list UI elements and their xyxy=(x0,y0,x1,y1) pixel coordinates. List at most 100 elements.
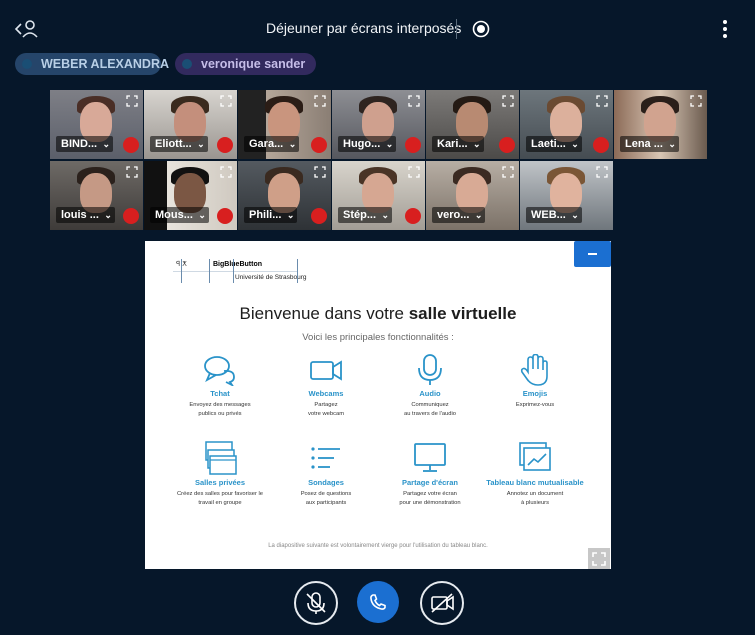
webcam-tile[interactable]: louis ... ⌄ xyxy=(50,161,143,230)
muted-mic-icon xyxy=(311,137,327,153)
fullscreen-icon[interactable] xyxy=(596,166,608,178)
fullscreen-icon[interactable] xyxy=(690,95,702,107)
webcam-tile[interactable]: WEB... ⌄ xyxy=(520,161,613,230)
fullscreen-icon[interactable] xyxy=(408,95,420,107)
user-list-toggle-button[interactable] xyxy=(14,18,40,40)
slide-subtitle: Voici les principales fonctionnalités : xyxy=(302,332,454,343)
action-bar xyxy=(0,578,755,628)
logo-org: Université de Strasbourg xyxy=(235,274,307,281)
fullscreen-icon[interactable] xyxy=(502,166,514,178)
title-separator xyxy=(456,19,457,39)
webcam-name[interactable]: BIND... ⌄ xyxy=(56,136,114,152)
feature-name: Salles privées xyxy=(194,478,246,487)
presentation-fullscreen-button[interactable] xyxy=(588,548,610,569)
fullscreen-icon[interactable] xyxy=(126,166,138,178)
webcam-name[interactable]: Kari... ⌄ xyxy=(432,136,484,152)
logo-divider xyxy=(181,259,182,283)
webcam-tile[interactable]: Laeti... ⌄ xyxy=(520,90,613,159)
webcam-name[interactable]: vero... ⌄ xyxy=(432,207,486,223)
share-webcam-button[interactable] xyxy=(420,581,464,625)
fullscreen-icon[interactable] xyxy=(220,166,232,178)
camera-off-icon xyxy=(431,593,454,613)
webcam-name[interactable]: Eliott... ⌄ xyxy=(150,136,208,152)
webcam-tile[interactable]: Gara... ⌄ xyxy=(238,90,331,159)
microphone-muted-icon xyxy=(306,592,326,614)
feature-desc: Communiquez au travers de l'audio xyxy=(403,402,457,417)
talker-name: WEBER ALEXANDRA xyxy=(41,57,170,71)
bbb-logo: ꟼ ⵅ BigBlueButton Université de Strasbou… xyxy=(173,259,307,289)
options-menu-button[interactable] xyxy=(718,18,732,40)
talker-dot xyxy=(22,59,32,69)
feature-name: Tchat xyxy=(210,389,230,398)
talker-name: veronique sander xyxy=(201,57,306,71)
fullscreen-icon[interactable] xyxy=(220,95,232,107)
feature-sondages: Sondages Posez de questions aux particip… xyxy=(271,441,381,507)
webcam-name[interactable]: Stép... ⌄ xyxy=(338,207,393,223)
top-bar: Déjeuner par écrans interposés xyxy=(0,0,755,56)
talking-indicator[interactable]: WEBER ALEXANDRA xyxy=(15,53,169,75)
feature-desc: Annotez un document à plusieurs xyxy=(506,491,564,506)
feature-name: Audio xyxy=(419,389,441,398)
feature-desc: Créez des salles pour favoriser le trava… xyxy=(176,491,264,506)
webcam-name[interactable]: Lena ... ⌄ xyxy=(620,136,679,152)
feature-audio: Audio Communiquez au travers de l'audio xyxy=(375,354,485,418)
webcam-tile[interactable]: Phili... ⌄ xyxy=(238,161,331,230)
phone-icon xyxy=(370,594,386,610)
poll-icon xyxy=(311,447,340,469)
mute-button[interactable] xyxy=(294,581,338,625)
record-button[interactable] xyxy=(472,20,490,38)
muted-mic-icon xyxy=(405,137,421,153)
muted-mic-icon xyxy=(217,208,233,224)
talking-indicator[interactable]: veronique sander xyxy=(175,53,316,75)
webcam-tile[interactable]: Kari... ⌄ xyxy=(426,90,519,159)
feature-webcams: Webcams Partagez votre webcam xyxy=(271,354,381,418)
webcam-tile[interactable]: Mous... ⌄ xyxy=(144,161,237,230)
muted-mic-icon xyxy=(405,208,421,224)
screen-share-icon xyxy=(414,443,446,472)
webcam-tile[interactable]: vero... ⌄ xyxy=(426,161,519,230)
webcam-name[interactable]: Phili... ⌄ xyxy=(244,207,298,223)
record-icon xyxy=(472,20,490,38)
muted-mic-icon xyxy=(123,208,139,224)
webcam-name[interactable]: Hugo... ⌄ xyxy=(338,136,397,152)
webcam-tile[interactable]: Hugo... ⌄ xyxy=(332,90,425,159)
fullscreen-icon[interactable] xyxy=(596,95,608,107)
webcam-tile[interactable]: BIND... ⌄ xyxy=(50,90,143,159)
logo-divider xyxy=(233,259,234,283)
muted-mic-icon xyxy=(217,137,233,153)
fullscreen-icon[interactable] xyxy=(126,95,138,107)
webcam-name[interactable]: Laeti... ⌄ xyxy=(526,136,582,152)
feature-salles-privees: Salles privées Créez des salles pour fav… xyxy=(165,441,275,507)
slide-footnote: La diapositive suivante est volontaireme… xyxy=(268,543,488,549)
kebab-menu-icon xyxy=(723,20,727,38)
fullscreen-icon[interactable] xyxy=(314,95,326,107)
webcam-tile[interactable]: Stép... ⌄ xyxy=(332,161,425,230)
fullscreen-icon[interactable] xyxy=(408,166,420,178)
user-list-icon xyxy=(14,20,38,38)
feature-name: Webcams xyxy=(308,389,344,398)
webcam-name[interactable]: Mous... ⌄ xyxy=(150,207,209,223)
webcam-tile[interactable]: Lena ... ⌄ xyxy=(614,90,707,159)
fullscreen-icon[interactable] xyxy=(314,166,326,178)
feature-desc: Partagez votre webcam xyxy=(307,402,345,417)
webcam-name[interactable]: louis ... ⌄ xyxy=(56,207,115,223)
webcam-name[interactable]: Gara... ⌄ xyxy=(244,136,300,152)
minus-icon xyxy=(588,253,597,255)
leave-audio-button[interactable] xyxy=(357,581,399,623)
webcam-name[interactable]: WEB... ⌄ xyxy=(526,207,582,223)
webcam-tile[interactable]: Eliott... ⌄ xyxy=(144,90,237,159)
feature-name: Emojis xyxy=(522,389,548,398)
logo-brand: BigBlueButton xyxy=(213,261,262,268)
logo-divider xyxy=(297,259,298,283)
feature-tableau-blanc: Tableau blanc mutualisable Annotez un do… xyxy=(480,441,590,507)
presentation-slide[interactable]: ꟼ ⵅ BigBlueButton Université de Strasbou… xyxy=(145,241,611,569)
minimize-presentation-button[interactable] xyxy=(574,241,611,267)
fullscreen-icon[interactable] xyxy=(502,95,514,107)
muted-mic-icon xyxy=(311,208,327,224)
fullscreen-icon xyxy=(592,552,606,566)
feature-partage-ecran: Partage d'écran Partagez votre écran pou… xyxy=(375,441,485,507)
muted-mic-icon xyxy=(499,137,515,153)
slide-title: Bienvenue dans votre salle virtuelle xyxy=(239,304,517,323)
feature-desc: Partagez votre écran pour une démonstrat… xyxy=(399,491,461,506)
feature-tchat: Tchat Envoyez des messages publics ou pr… xyxy=(165,354,275,418)
